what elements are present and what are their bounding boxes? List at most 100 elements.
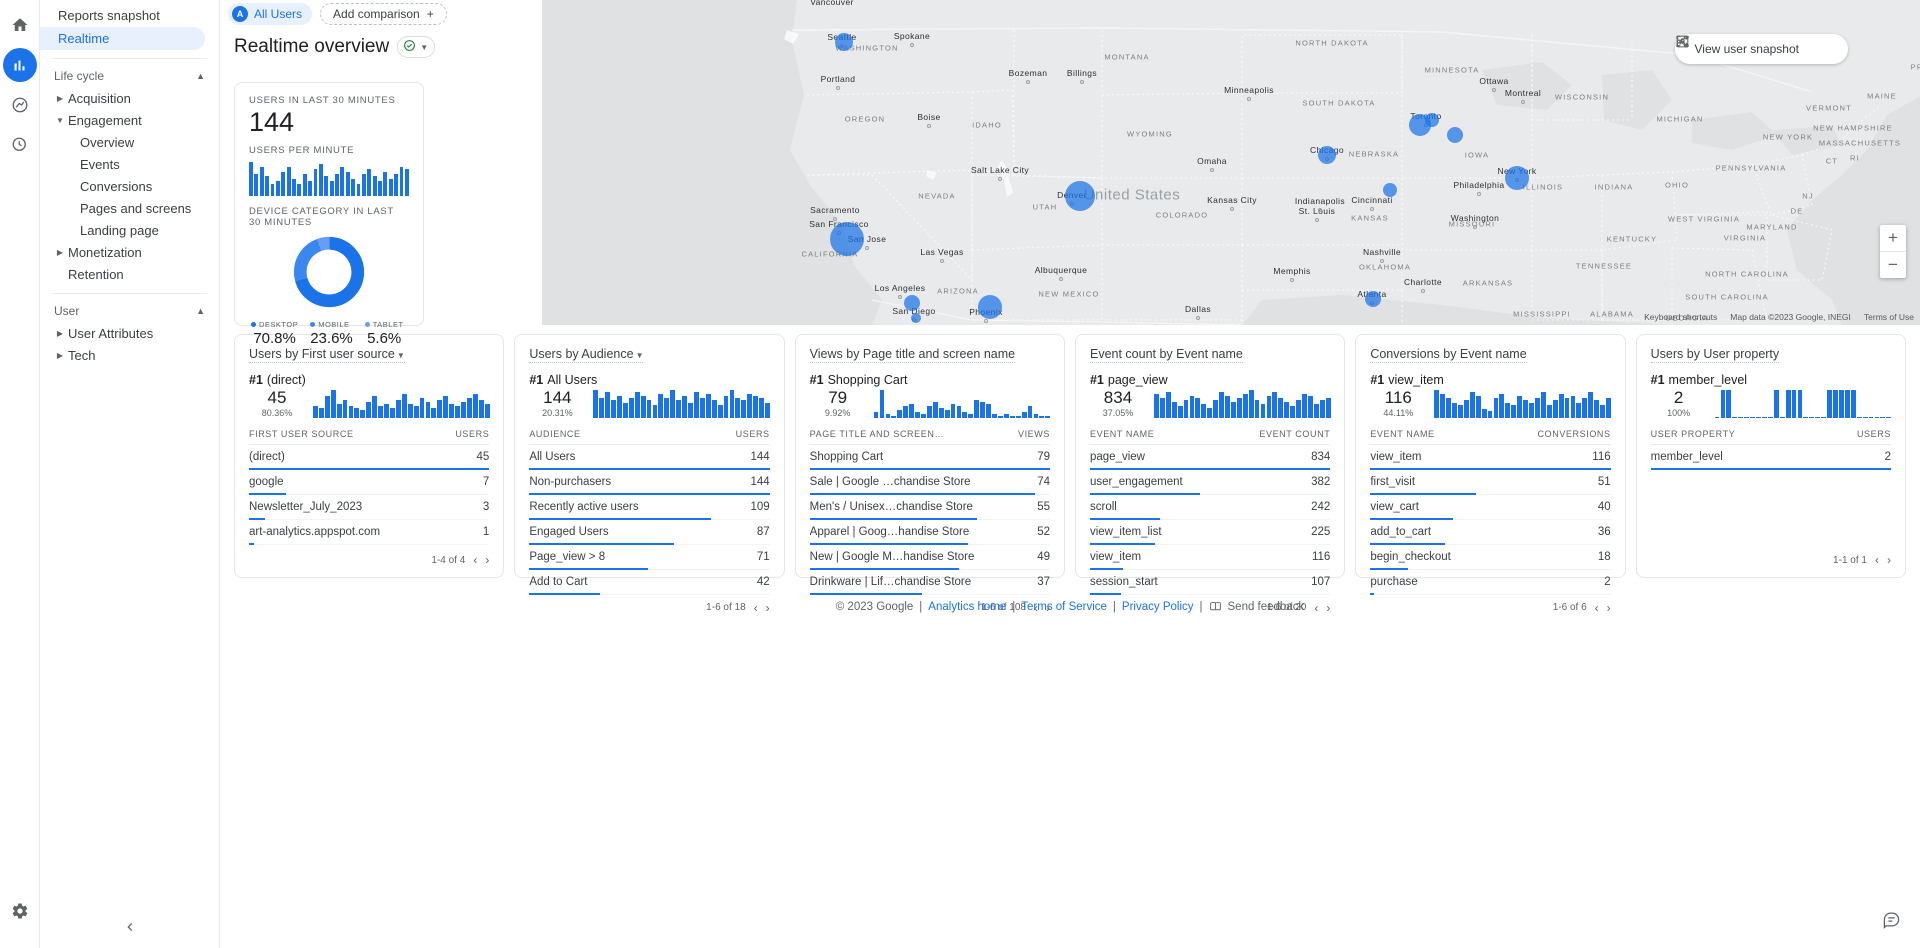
card-top-item: #1 view_item <box>1370 373 1610 387</box>
table-row[interactable]: page_view 834 <box>1089 445 1331 470</box>
table-row[interactable]: view_cart 40 <box>1370 495 1611 520</box>
table-row[interactable]: Newsletter_July_2023 3 <box>249 495 490 520</box>
feedback-icon[interactable] <box>1209 600 1222 613</box>
sidebar-item-overview[interactable]: Overview <box>40 131 205 153</box>
view-user-snapshot-button[interactable]: View user snapshot <box>1676 36 1799 56</box>
row-bar <box>1650 467 1891 470</box>
map-user-bubble[interactable] <box>978 295 1002 319</box>
table-row[interactable]: Shopping Cart 79 <box>809 445 1050 470</box>
sidebar-item-events[interactable]: Events <box>40 153 205 175</box>
sidebar-item-label: Overview <box>80 134 135 150</box>
table-row[interactable]: first_visit 51 <box>1370 470 1611 495</box>
card-title[interactable]: Views by Page title and screen name <box>809 347 1016 363</box>
table-row[interactable]: add_to_cart 36 <box>1370 520 1611 545</box>
terms-of-use-link[interactable]: Terms of Use <box>1864 312 1914 322</box>
map-user-bubble[interactable] <box>1425 113 1439 127</box>
reports-icon[interactable] <box>2 48 37 82</box>
table-row[interactable]: purchase 2 <box>1370 570 1611 595</box>
table-row[interactable]: (direct) 45 <box>249 445 490 470</box>
card-title[interactable]: Event count by Event name <box>1089 347 1243 363</box>
sparkline-bar <box>1045 415 1051 418</box>
sparkline-bar <box>1290 405 1296 418</box>
footer-sep: | <box>1199 600 1203 613</box>
pager-next-button[interactable]: › <box>485 553 489 567</box>
footer-link-analytics-home[interactable]: Analytics home <box>928 601 1006 613</box>
table-row[interactable]: Men's / Unisex…chandise Store 55 <box>809 495 1050 520</box>
chevron-up-icon[interactable]: ▲ <box>196 71 205 81</box>
sidebar-item-pages-and-screens[interactable]: Pages and screens <box>40 197 205 219</box>
table-row[interactable]: view_item 116 <box>1089 545 1331 570</box>
sidebar-item-monetization[interactable]: ▶ Monetization <box>40 241 205 263</box>
table-row[interactable]: Non-purchasers 144 <box>529 470 770 495</box>
feedback-fab[interactable] <box>1876 904 1906 934</box>
map-user-bubble[interactable] <box>830 222 864 256</box>
sidebar-item-reports-snapshot[interactable]: Reports snapshot <box>40 4 205 27</box>
collapse-sidebar-button[interactable] <box>117 914 143 940</box>
explore-icon[interactable] <box>3 88 37 122</box>
all-users-chip[interactable]: A All Users <box>228 3 313 25</box>
table-row[interactable]: session_start 107 <box>1089 570 1331 595</box>
pager-next-button[interactable]: › <box>1887 553 1891 567</box>
map-user-bubble[interactable] <box>1505 166 1529 190</box>
card-title[interactable]: Users by User property <box>1650 347 1780 363</box>
gear-icon[interactable] <box>3 894 37 928</box>
sidebar-group-life-cycle[interactable]: Life cycle ▲ <box>40 65 219 87</box>
table-row[interactable]: begin_checkout 18 <box>1370 545 1611 570</box>
table-row[interactable]: user_engagement 382 <box>1089 470 1331 495</box>
sidebar-item-engagement[interactable]: ▼ Engagement <box>40 109 205 131</box>
map-user-bubble[interactable] <box>1365 291 1381 307</box>
table-row[interactable]: Drinkware | Lif…chandise Store 37 <box>809 570 1050 595</box>
sparkline-bar <box>1714 416 1720 418</box>
table-row[interactable]: Engaged Users 87 <box>529 520 770 545</box>
pager-prev-button[interactable]: ‹ <box>1875 553 1879 567</box>
row-value: 49 <box>1037 550 1050 563</box>
map-user-bubble[interactable] <box>904 295 920 311</box>
sidebar-item-retention[interactable]: Retention <box>40 263 205 285</box>
table-row[interactable]: scroll 242 <box>1089 495 1331 520</box>
footer-link-terms-of-service[interactable]: Terms of Service <box>1021 601 1107 613</box>
table-row[interactable]: google 7 <box>249 470 490 495</box>
table-row[interactable]: Add to Cart 42 <box>529 570 770 595</box>
table-row[interactable]: view_item 116 <box>1370 445 1611 470</box>
sidebar-item-realtime[interactable]: Realtime <box>40 27 205 50</box>
card-title[interactable]: Conversions by Event name <box>1370 347 1527 363</box>
card-title[interactable]: Users by Audience ▼ <box>529 347 644 363</box>
table-row[interactable]: Page_view > 8 71 <box>529 545 770 570</box>
map-user-bubble[interactable] <box>911 313 921 323</box>
home-icon[interactable] <box>3 8 37 42</box>
table-row[interactable]: view_item_list 225 <box>1089 520 1331 545</box>
zoom-out-button[interactable]: − <box>1880 252 1906 278</box>
zoom-in-button[interactable]: + <box>1880 225 1906 251</box>
chevron-up-icon[interactable]: ▲ <box>196 306 205 316</box>
table-row[interactable]: Recently active users 109 <box>529 495 770 520</box>
sidebar-item-tech[interactable]: ▶ Tech <box>40 344 205 366</box>
table-row[interactable]: art-analytics.appspot.com 1 <box>249 520 490 545</box>
footer-link-privacy-policy[interactable]: Privacy Policy <box>1122 601 1194 613</box>
table-row[interactable]: New | Google M…handise Store 49 <box>809 545 1050 570</box>
add-comparison-button[interactable]: Add comparison + <box>320 3 447 25</box>
sidebar-item-conversions[interactable]: Conversions <box>40 175 205 197</box>
map-user-bubble[interactable] <box>1383 183 1397 197</box>
sparkline-bar <box>968 413 974 418</box>
table-row[interactable]: All Users 144 <box>529 445 770 470</box>
sidebar-item-landing-page[interactable]: Landing page <box>40 219 205 241</box>
keyboard-shortcuts-link[interactable]: Keyboard shortcuts <box>1644 312 1717 322</box>
table-row[interactable]: Sale | Google …chandise Store 74 <box>809 470 1050 495</box>
sparkline-bar <box>1576 402 1582 418</box>
sidebar-item-user-attributes[interactable]: ▶ User Attributes <box>40 322 205 344</box>
row-value: 116 <box>1311 550 1331 563</box>
map-user-bubble[interactable] <box>1065 181 1095 211</box>
chevron-down-icon[interactable]: ▼ <box>397 351 405 360</box>
sidebar-group-user[interactable]: User ▲ <box>40 300 219 322</box>
table-row[interactable]: Apparel | Goog…handise Store 52 <box>809 520 1050 545</box>
table-row[interactable]: member_level 2 <box>1650 445 1891 470</box>
map-user-bubble[interactable] <box>1447 127 1463 143</box>
map-user-bubble[interactable] <box>1318 146 1336 164</box>
footer-send-feedback[interactable]: Send feedback <box>1228 601 1305 613</box>
card-title[interactable]: Users by First user source ▼ <box>249 347 405 363</box>
advertising-icon[interactable] <box>3 128 37 162</box>
chevron-down-icon[interactable]: ▼ <box>636 351 644 360</box>
data-validity-pill[interactable]: ▼ <box>397 36 436 58</box>
sidebar-item-acquisition[interactable]: ▶ Acquisition <box>40 87 205 109</box>
pager-prev-button[interactable]: ‹ <box>473 553 477 567</box>
